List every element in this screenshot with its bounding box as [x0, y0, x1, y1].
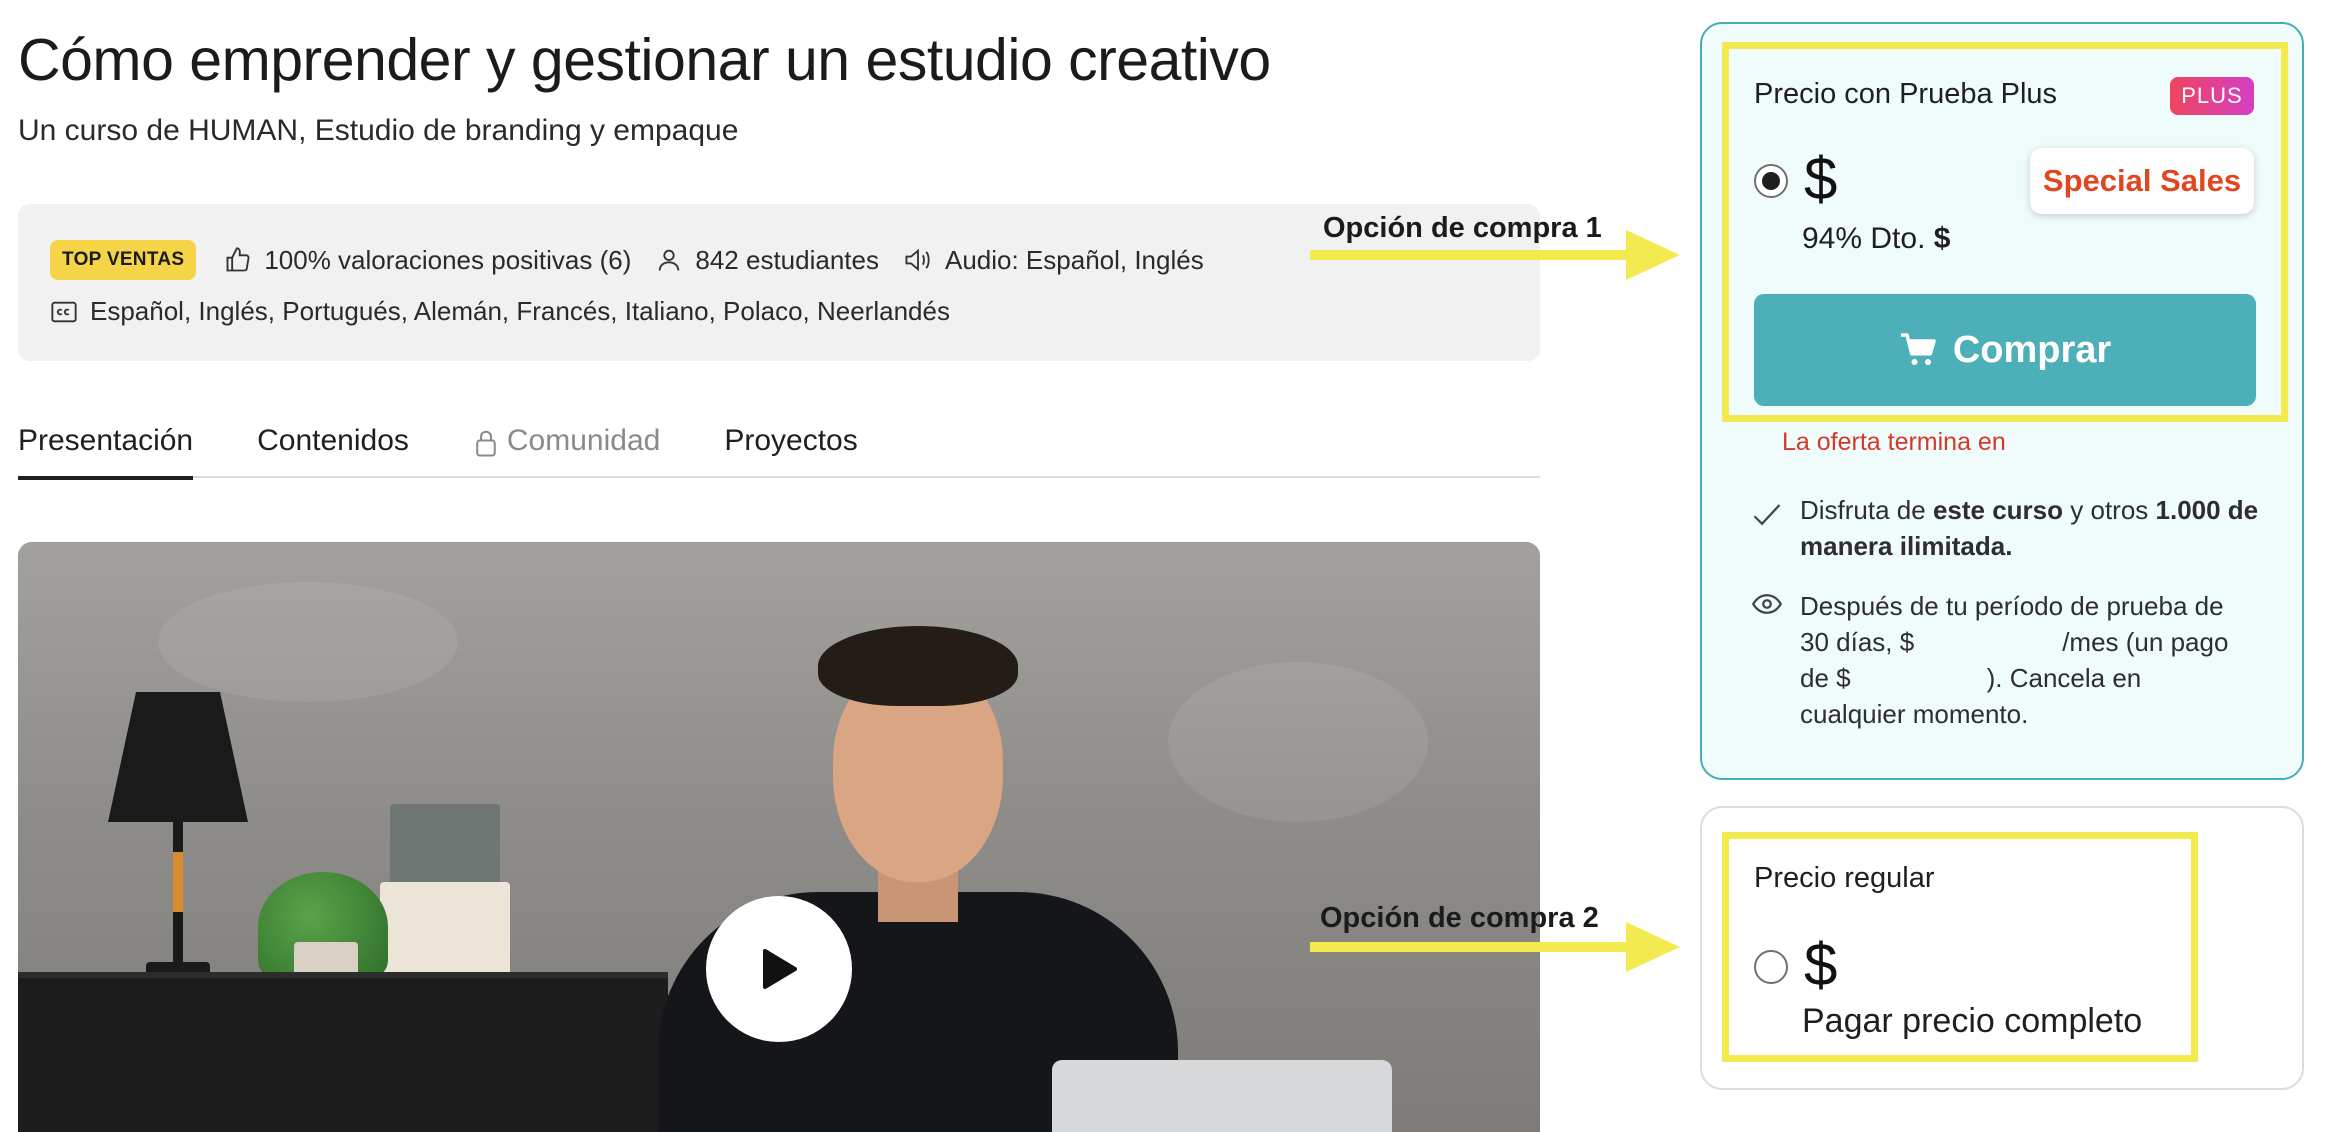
plus-badge: PLUS	[2170, 77, 2254, 115]
regular-plan-price: $	[1804, 931, 1838, 998]
students-stat: 842 estudiantes	[655, 245, 879, 276]
plus-plan-label: Precio con Prueba Plus	[1754, 78, 2058, 110]
subtitle-suffix: , Estudio de branding y empaque	[298, 114, 739, 147]
play-button[interactable]	[706, 896, 852, 1042]
thumbs-up-icon	[226, 247, 250, 272]
course-tabs: Presentación Contenidos Comunidad Proyec…	[18, 420, 1540, 480]
trial-line-3: de $ ). Cancela en	[1800, 660, 2260, 696]
plus-plan-radio[interactable]	[1754, 164, 1788, 198]
trial-line-2b: /mes (un pago	[2062, 627, 2229, 657]
course-video-preview[interactable]	[18, 542, 1540, 1132]
lock-icon	[476, 430, 496, 457]
eye-icon	[1752, 594, 1782, 614]
tab-presentacion[interactable]: Presentación	[18, 420, 194, 480]
discount-text: 94% Dto. $	[1802, 222, 1950, 256]
tab-contenidos[interactable]: Contenidos	[257, 420, 409, 478]
audio-stat: Audio: Español, Inglés	[903, 245, 1204, 276]
rating-text: 100% valoraciones positivas (6)	[264, 244, 632, 275]
subtitle-prefix: Un curso de	[18, 114, 189, 147]
subtitles-text: Español, Inglés, Portugués, Alemán, Fran…	[90, 296, 950, 326]
benefit-text: y otros	[2063, 495, 2156, 525]
tab-comunidad[interactable]: Comunidad	[473, 420, 660, 478]
trial-line-1: Después de tu período de prueba de	[1800, 591, 2224, 621]
wall-texture	[158, 582, 458, 702]
special-sales-badge: Special Sales	[2030, 148, 2254, 214]
benefit-text: Disfruta de	[1800, 495, 1933, 525]
laptop	[1052, 1060, 1392, 1132]
course-subtitle: Un curso de HUMAN, Estudio de branding y…	[18, 114, 738, 148]
audio-text: Audio: Español, Inglés	[944, 244, 1204, 275]
closed-captions-icon	[51, 301, 77, 322]
person-hair	[818, 626, 1018, 706]
stats-row-1: TOP VENTAS 100% valoraciones positivas (…	[50, 240, 1228, 280]
rating-stat: 100% valoraciones positivas (6)	[224, 245, 631, 276]
subtitle-author[interactable]: HUMAN	[188, 114, 298, 147]
annotation-arrow-1	[1310, 230, 1680, 280]
trial-line-3a: de $	[1800, 663, 1851, 693]
trial-line-2a: 30 días, $	[1800, 627, 1915, 657]
lamp-pole-accent	[173, 852, 183, 912]
plus-plan-price: $	[1804, 145, 1838, 212]
benefit-trial-terms: Después de tu período de prueba de 30 dí…	[1800, 588, 2260, 732]
play-icon	[763, 949, 797, 989]
stats-row-2: Español, Inglés, Portugués, Alemán, Fran…	[50, 296, 974, 327]
discount-label: 94% Dto.	[1802, 222, 1934, 255]
cart-icon	[1900, 333, 1936, 365]
check-icon	[1753, 504, 1781, 526]
offer-ends-text: La oferta termina en	[1782, 428, 2006, 456]
tab-proyectos[interactable]: Proyectos	[724, 420, 857, 478]
discount-price: $	[1933, 222, 1951, 255]
regular-plan-radio[interactable]	[1754, 950, 1788, 984]
wall-texture	[1168, 662, 1428, 822]
annotation-arrow-2	[1310, 922, 1680, 972]
desk	[18, 978, 668, 1132]
trial-line-3b: ). Cancela en	[1986, 663, 2142, 693]
course-title: Cómo emprender y gestionar un estudio cr…	[18, 27, 1271, 93]
speaker-icon	[905, 248, 930, 272]
subtitles-stat: Español, Inglés, Portugués, Alemán, Fran…	[50, 296, 950, 327]
benefit-unlimited: Disfruta de este curso y otros 1.000 de …	[1800, 492, 2260, 564]
trial-line-4: cualquier momento.	[1800, 699, 2029, 729]
tab-comunidad-label: Comunidad	[506, 424, 661, 457]
trial-line-2: 30 días, $ /mes (un pago	[1800, 624, 2260, 660]
cream-box	[380, 882, 510, 978]
user-icon	[659, 249, 680, 271]
benefit-bold: este curso	[1932, 495, 2064, 525]
buy-button[interactable]: Comprar	[1754, 294, 2256, 406]
top-sales-badge: TOP VENTAS	[50, 240, 197, 280]
students-text: 842 estudiantes	[695, 244, 879, 275]
regular-plan-note: Pagar precio completo	[1802, 1002, 2143, 1040]
regular-plan-label: Precio regular	[1754, 862, 1935, 894]
buy-button-label: Comprar	[1952, 328, 2112, 371]
